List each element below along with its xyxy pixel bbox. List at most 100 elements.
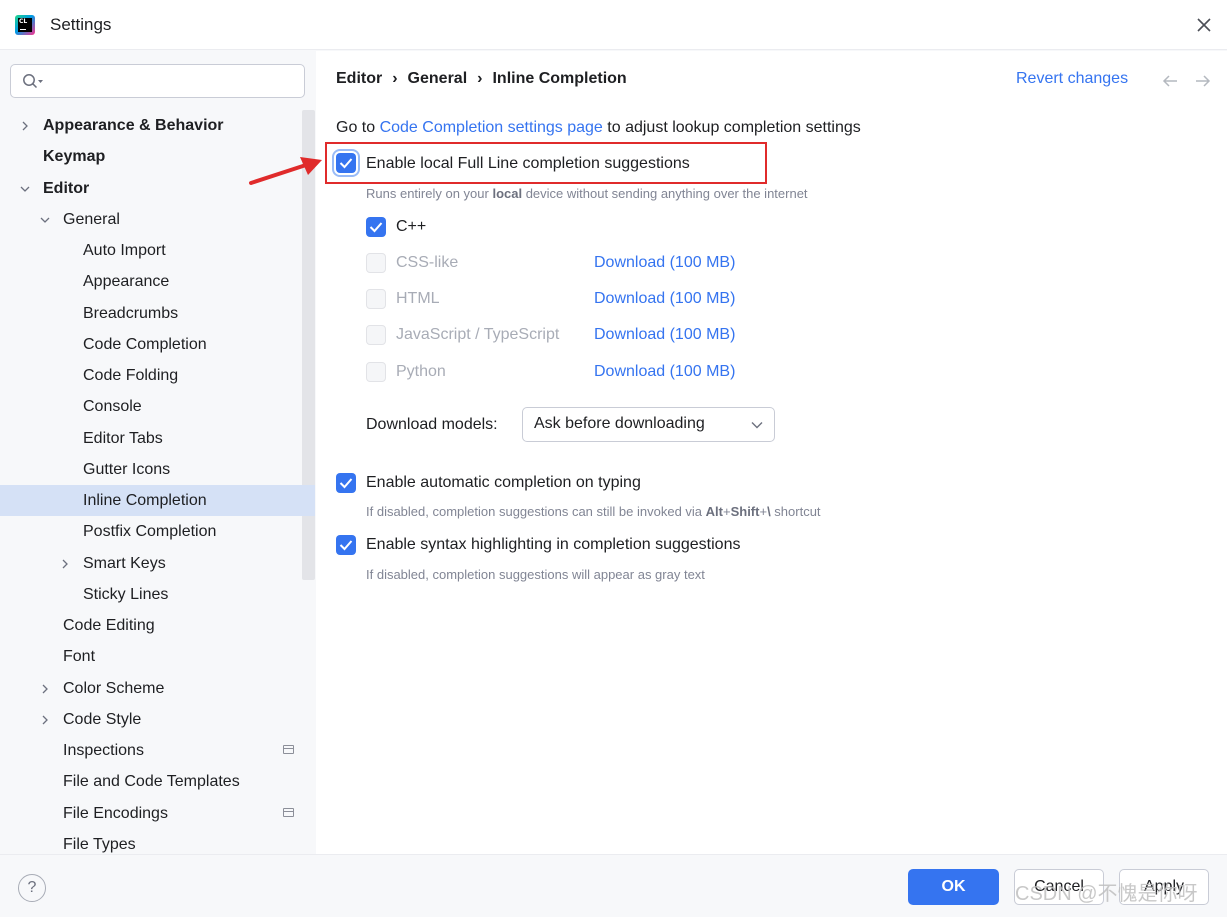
sidebar-item-appearance[interactable]: Appearance <box>0 266 315 297</box>
title-bar: CL Settings <box>0 0 1227 50</box>
code-completion-settings-link[interactable]: Code Completion settings page <box>380 119 603 136</box>
sidebar-item-code-style[interactable]: Code Style <box>0 704 315 735</box>
sidebar-item-code-completion[interactable]: Code Completion <box>0 329 315 360</box>
sidebar-item-smart-keys[interactable]: Smart Keys <box>0 548 315 579</box>
chevron-right-icon[interactable] <box>20 121 30 131</box>
sidebar-item-file-and-code-templates[interactable]: File and Code Templates <box>0 766 315 797</box>
sidebar-item-label: Code Folding <box>83 367 179 384</box>
sidebar-item-label: Editor <box>43 179 90 197</box>
chevron-down-icon[interactable] <box>40 215 50 225</box>
sidebar-item-inspections[interactable]: Inspections <box>0 735 315 766</box>
download-models-select[interactable]: Ask before downloading <box>522 407 775 442</box>
sidebar-item-file-encodings[interactable]: File Encodings <box>0 798 315 829</box>
arrow-left-icon[interactable] <box>1161 72 1179 90</box>
sidebar-item-label: Editor Tabs <box>83 429 163 447</box>
sidebar-item-label: File Encodings <box>63 804 168 822</box>
sidebar-item-label: Code Editing <box>63 617 155 634</box>
sidebar-item-general[interactable]: General <box>0 204 315 235</box>
download-models-value: Ask before downloading <box>534 415 705 432</box>
sidebar-item-file-types[interactable]: File Types <box>0 829 315 854</box>
project-level-icon <box>283 745 294 754</box>
sidebar-item-label: Gutter Icons <box>83 460 171 478</box>
language-checkbox[interactable] <box>366 289 386 309</box>
sidebar-item-code-folding[interactable]: Code Folding <box>0 360 315 391</box>
cancel-button[interactable]: Cancel <box>1014 869 1104 905</box>
sidebar-item-gutter-icons[interactable]: Gutter Icons <box>0 454 315 485</box>
chevron-right-icon[interactable] <box>40 684 50 694</box>
help-button[interactable]: ? <box>18 874 46 902</box>
sidebar-item-editor-tabs[interactable]: Editor Tabs <box>0 423 315 454</box>
chevron-right-icon[interactable] <box>40 715 50 725</box>
sidebar-item-label: Console <box>83 398 142 416</box>
sidebar-item-label: Breadcrumbs <box>83 304 179 322</box>
sidebar-item-auto-import[interactable]: Auto Import <box>0 235 315 266</box>
sidebar-item-label: Auto Import <box>83 242 166 259</box>
shortcut-key: Shift <box>730 504 760 519</box>
sidebar-item-label: File and Code Templates <box>63 773 240 791</box>
shortcut-key: Alt <box>705 504 723 519</box>
breadcrumb-editor[interactable]: Editor <box>336 70 382 87</box>
arrow-right-icon[interactable] <box>1194 72 1212 90</box>
sidebar-item-breadcrumbs[interactable]: Breadcrumbs <box>0 298 315 329</box>
full-line-label[interactable]: Enable local Full Line completion sugges… <box>366 155 690 173</box>
sidebar-item-label: Postfix Completion <box>83 523 217 541</box>
breadcrumb-separator: › <box>392 70 398 87</box>
breadcrumb-inline-completion: Inline Completion <box>492 70 627 87</box>
auto-completion-checkbox[interactable] <box>336 473 356 493</box>
sidebar-item-color-scheme[interactable]: Color Scheme <box>0 673 315 704</box>
dialog-footer: ? OK Cancel Apply CSDN @不愧是你呀 <box>0 854 1227 917</box>
sidebar-item-appearance-behavior[interactable]: Appearance & Behavior <box>0 110 315 141</box>
clion-logo-icon: CL <box>15 15 35 35</box>
breadcrumb-general[interactable]: General <box>408 70 468 87</box>
apply-button[interactable]: Apply <box>1119 869 1209 905</box>
full-line-checkbox[interactable] <box>336 153 356 173</box>
language-label: JavaScript / TypeScript <box>396 326 560 343</box>
language-checkbox[interactable] <box>366 217 386 237</box>
language-label: CSS-like <box>396 254 459 271</box>
revert-changes-link[interactable]: Revert changes <box>1016 70 1128 88</box>
ok-button[interactable]: OK <box>908 869 999 905</box>
goto-prefix: Go to <box>336 119 380 136</box>
syntax-highlighting-checkbox[interactable] <box>336 535 356 555</box>
search-input[interactable] <box>10 64 305 98</box>
sidebar-item-label: Smart Keys <box>83 554 166 572</box>
close-icon[interactable] <box>1193 14 1215 36</box>
chevron-down-icon <box>751 422 763 429</box>
hint-text: shortcut <box>770 504 821 519</box>
language-label: Python <box>396 363 446 380</box>
sidebar-item-code-editing[interactable]: Code Editing <box>0 610 315 641</box>
search-icon <box>23 74 43 89</box>
download-model-link[interactable]: Download (100 MB) <box>594 326 735 344</box>
sidebar-item-label: Appearance & Behavior <box>43 117 224 134</box>
window-title: Settings <box>50 15 112 34</box>
sidebar-item-console[interactable]: Console <box>0 391 315 422</box>
download-model-link[interactable]: Download (100 MB) <box>594 290 735 308</box>
sidebar-item-label: Keymap <box>43 148 106 166</box>
annotation-arrow-icon <box>249 157 322 185</box>
language-checkbox[interactable] <box>366 325 386 345</box>
chevron-right-icon[interactable] <box>60 559 70 569</box>
language-checkbox[interactable] <box>366 362 386 382</box>
goto-suffix: to adjust lookup completion settings <box>602 119 861 136</box>
full-line-hint: Runs entirely on your local device witho… <box>366 186 808 201</box>
syntax-highlighting-label[interactable]: Enable syntax highlighting in completion… <box>366 536 740 554</box>
language-label: HTML <box>396 290 440 307</box>
sidebar-item-label: Sticky Lines <box>83 585 169 603</box>
hint-text: device without sending anything over the… <box>522 186 808 201</box>
settings-content: Editor › General › Inline Completion Revert … <box>316 51 1227 854</box>
language-checkbox[interactable] <box>366 253 386 273</box>
sidebar-item-inline-completion[interactable]: Inline Completion <box>0 485 315 516</box>
download-model-link[interactable]: Download (100 MB) <box>594 363 735 381</box>
breadcrumb: Editor › General › Inline Completion <box>336 70 627 88</box>
sidebar-item-font[interactable]: Font <box>0 641 315 672</box>
sidebar-item-postfix-completion[interactable]: Postfix Completion <box>0 516 315 547</box>
hint-text: If disabled, completion suggestions can … <box>366 504 706 519</box>
breadcrumb-separator: › <box>477 70 483 87</box>
download-model-link[interactable]: Download (100 MB) <box>594 254 735 272</box>
chevron-down-icon[interactable] <box>20 184 30 194</box>
sidebar-item-sticky-lines[interactable]: Sticky Lines <box>0 579 315 610</box>
goto-text: Go to Code Completion settings page to a… <box>336 119 861 137</box>
language-label: C++ <box>396 218 427 235</box>
hint-text: Runs entirely on your <box>366 186 493 201</box>
auto-completion-label[interactable]: Enable automatic completion on typing <box>366 474 641 492</box>
